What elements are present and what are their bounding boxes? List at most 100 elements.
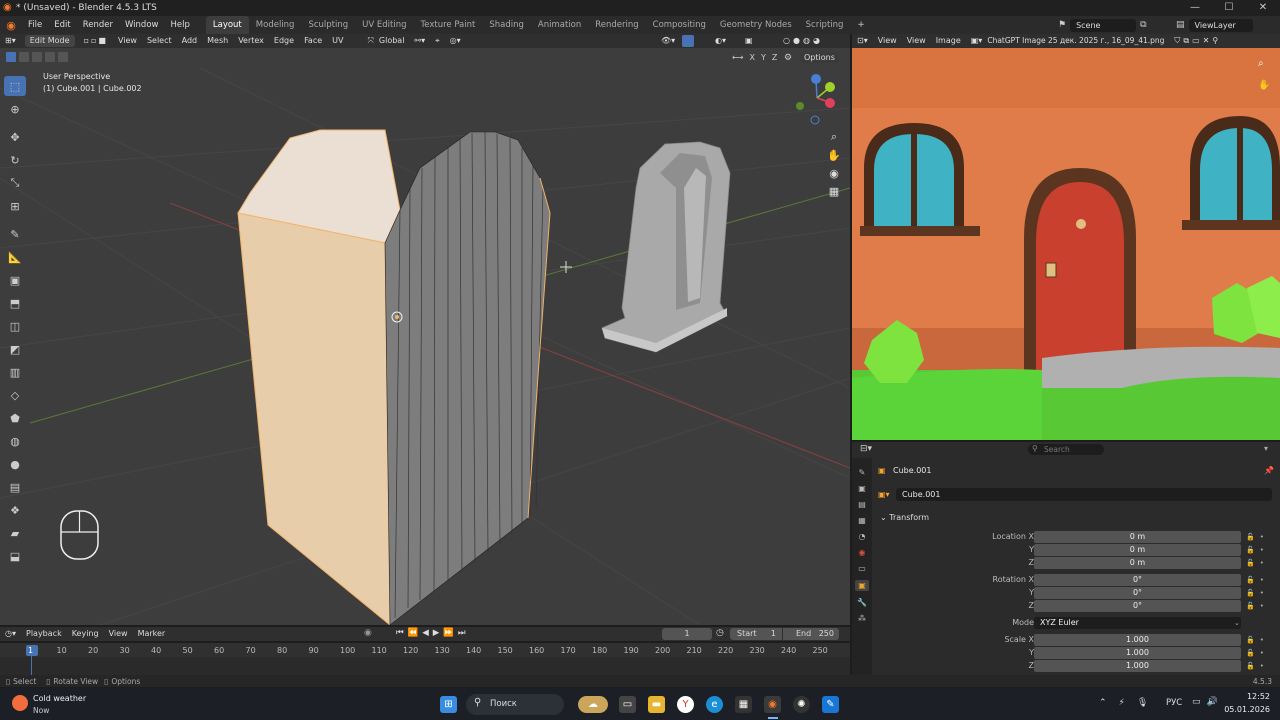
edge-slide-tool[interactable]: ▤ [4, 477, 26, 497]
rotate-tool[interactable]: ↻ [4, 150, 26, 170]
lock-icon[interactable]: 🔓• [1246, 587, 1269, 599]
task-view-icon[interactable]: ▭ [619, 696, 636, 713]
select-invert-icon[interactable] [45, 52, 55, 62]
timeline-menu-playback[interactable]: Playback [21, 627, 67, 641]
auto-merge-icon[interactable]: ⚙ [784, 53, 792, 63]
menu-mesh[interactable]: Mesh [202, 34, 233, 48]
timeline-menu-keying[interactable]: Keying [67, 627, 104, 641]
ortho-toggle-icon[interactable]: ▦ [825, 182, 843, 200]
lock-icon[interactable]: 🔓• [1246, 574, 1269, 586]
select-extend-icon[interactable] [19, 52, 29, 62]
image-preview[interactable]: ⌕ ✋ [852, 48, 1280, 440]
xray-icon[interactable]: ▣ [740, 34, 758, 48]
tab-shading[interactable]: Shading [482, 16, 531, 34]
preview-range-icon[interactable]: ◷ [716, 628, 724, 638]
overlays-icon[interactable]: ◐▾ [710, 34, 731, 48]
navigation-gizmo[interactable] [795, 72, 845, 128]
knife-tool[interactable]: ◇ [4, 385, 26, 405]
weather-title[interactable]: Cold weather [33, 694, 86, 703]
collection-tab-icon[interactable]: ▭ [858, 564, 866, 573]
properties-editor-type-icon[interactable]: ⊟▾ [860, 444, 872, 454]
location-y-field[interactable]: 0 m [1034, 544, 1241, 556]
image-actions-icon[interactable]: ⛉⧉▭✕⚲ [1169, 34, 1226, 48]
shrink-fatten-tool[interactable]: ❖ [4, 500, 26, 520]
tab-compositing[interactable]: Compositing [646, 16, 713, 34]
modifier-tab-icon[interactable]: 🔧 [857, 598, 867, 607]
yandex-browser-icon[interactable]: Y [677, 696, 694, 713]
image-browse-icon[interactable]: ▣▾ [966, 34, 988, 48]
scale-tool[interactable]: ⤡ [4, 173, 26, 193]
lock-icon[interactable]: 🔓• [1246, 531, 1269, 543]
menu-uv[interactable]: UV [327, 34, 348, 48]
rotation-mode-select[interactable]: XYZ Euler [1034, 617, 1241, 629]
pin-icon[interactable]: 📌 [1264, 466, 1274, 475]
menu-render[interactable]: Render [77, 16, 119, 34]
blender-taskbar-icon[interactable]: ◉ [764, 696, 781, 713]
object-tab-icon[interactable]: ▣ [855, 580, 869, 591]
chatgpt-icon[interactable]: ✺ [793, 696, 810, 713]
properties-options-icon[interactable]: ▾ [1264, 444, 1268, 453]
select-new-icon[interactable] [6, 52, 16, 62]
3d-viewport[interactable]: User Perspective (1) Cube.001 | Cube.002… [0, 48, 850, 625]
playback-controls[interactable]: ⏮⏪◀▶⏩⏭ [396, 628, 470, 638]
tab-uv-editing[interactable]: UV Editing [355, 16, 413, 34]
image-menu-view[interactable]: View [902, 34, 931, 48]
visibility-icon[interactable]: 👁▾ [656, 34, 680, 48]
new-scene-icon[interactable]: ⧉ [1140, 20, 1146, 30]
paint-app-icon[interactable]: ✎ [822, 696, 839, 713]
lock-icon[interactable]: 🔓• [1246, 600, 1269, 612]
scene-tab-icon[interactable]: ◔ [859, 532, 866, 541]
tab-rendering[interactable]: Rendering [588, 16, 645, 34]
menu-face[interactable]: Face [299, 34, 327, 48]
tab-geometry-nodes[interactable]: Geometry Nodes [713, 16, 799, 34]
system-icons[interactable]: ▭🔊 [1192, 697, 1224, 707]
menu-file[interactable]: File [22, 16, 48, 34]
location-z-field[interactable]: 0 m [1034, 557, 1241, 569]
scale-x-field[interactable]: 1.000 [1034, 634, 1241, 646]
lock-icon[interactable]: 🔓• [1246, 544, 1269, 556]
camera-view-icon[interactable]: ◉ [825, 164, 843, 182]
search-highlight-icon[interactable]: ☁ [578, 696, 608, 713]
mirror-x-toggle[interactable]: X [749, 53, 754, 62]
taskbar-search[interactable]: ⚲ Поиск [466, 694, 564, 715]
tray-icons[interactable]: ⌃⚡🎙 [1099, 698, 1160, 708]
tab-texture-paint[interactable]: Texture Paint [414, 16, 483, 34]
scale-y-field[interactable]: 1.000 [1034, 647, 1241, 659]
extrude-tool[interactable]: ⬒ [4, 293, 26, 313]
close-button[interactable]: ✕ [1246, 0, 1280, 16]
properties-search[interactable]: ⚲ Search [1028, 444, 1104, 455]
lock-icon[interactable]: 🔓• [1246, 557, 1269, 569]
menu-edit[interactable]: Edit [48, 16, 76, 34]
timeline-editor-type-icon[interactable]: ◷▾ [0, 627, 21, 641]
current-frame-field[interactable]: 1 [662, 628, 712, 640]
tab-scripting[interactable]: Scripting [799, 16, 851, 34]
annotate-tool[interactable]: ✎ [4, 224, 26, 244]
mirror-y-toggle[interactable]: Y [761, 53, 766, 62]
move-tool[interactable]: ✥ [4, 127, 26, 147]
rotation-y-field[interactable]: 0° [1034, 587, 1241, 599]
rip-region-tool[interactable]: ⬓ [4, 546, 26, 566]
select-box-tool[interactable]: ⬚ [4, 76, 26, 96]
tab-modeling[interactable]: Modeling [249, 16, 302, 34]
transform-panel-header[interactable]: ⌄ Transform [880, 513, 929, 522]
menu-help[interactable]: Help [164, 16, 195, 34]
measure-tool[interactable]: 📐 [4, 247, 26, 267]
menu-select[interactable]: Select [142, 34, 177, 48]
view-layer-selector[interactable]: ViewLayer [1188, 18, 1253, 32]
rotation-x-field[interactable]: 0° [1034, 574, 1241, 586]
menu-add[interactable]: Add [177, 34, 203, 48]
shear-tool[interactable]: ▰ [4, 523, 26, 543]
object-name-field[interactable]: Cube.001 [896, 488, 1272, 501]
edge-icon[interactable]: e [706, 696, 723, 713]
spin-tool[interactable]: ◍ [4, 431, 26, 451]
clock-date[interactable]: 05.01.2026 [1222, 705, 1270, 714]
proportional-edit-icon[interactable]: ◎▾ [445, 34, 466, 48]
menu-window[interactable]: Window [119, 16, 165, 34]
timeline-menu-view[interactable]: View [104, 627, 133, 641]
transform-tool[interactable]: ⊞ [4, 196, 26, 216]
mode-selector[interactable]: Edit Mode [24, 35, 75, 47]
rotation-z-field[interactable]: 0° [1034, 600, 1241, 612]
minimize-button[interactable]: — [1178, 0, 1212, 16]
render-tab-icon[interactable]: ▣ [858, 484, 866, 493]
world-tab-icon[interactable]: ◉ [859, 548, 866, 557]
